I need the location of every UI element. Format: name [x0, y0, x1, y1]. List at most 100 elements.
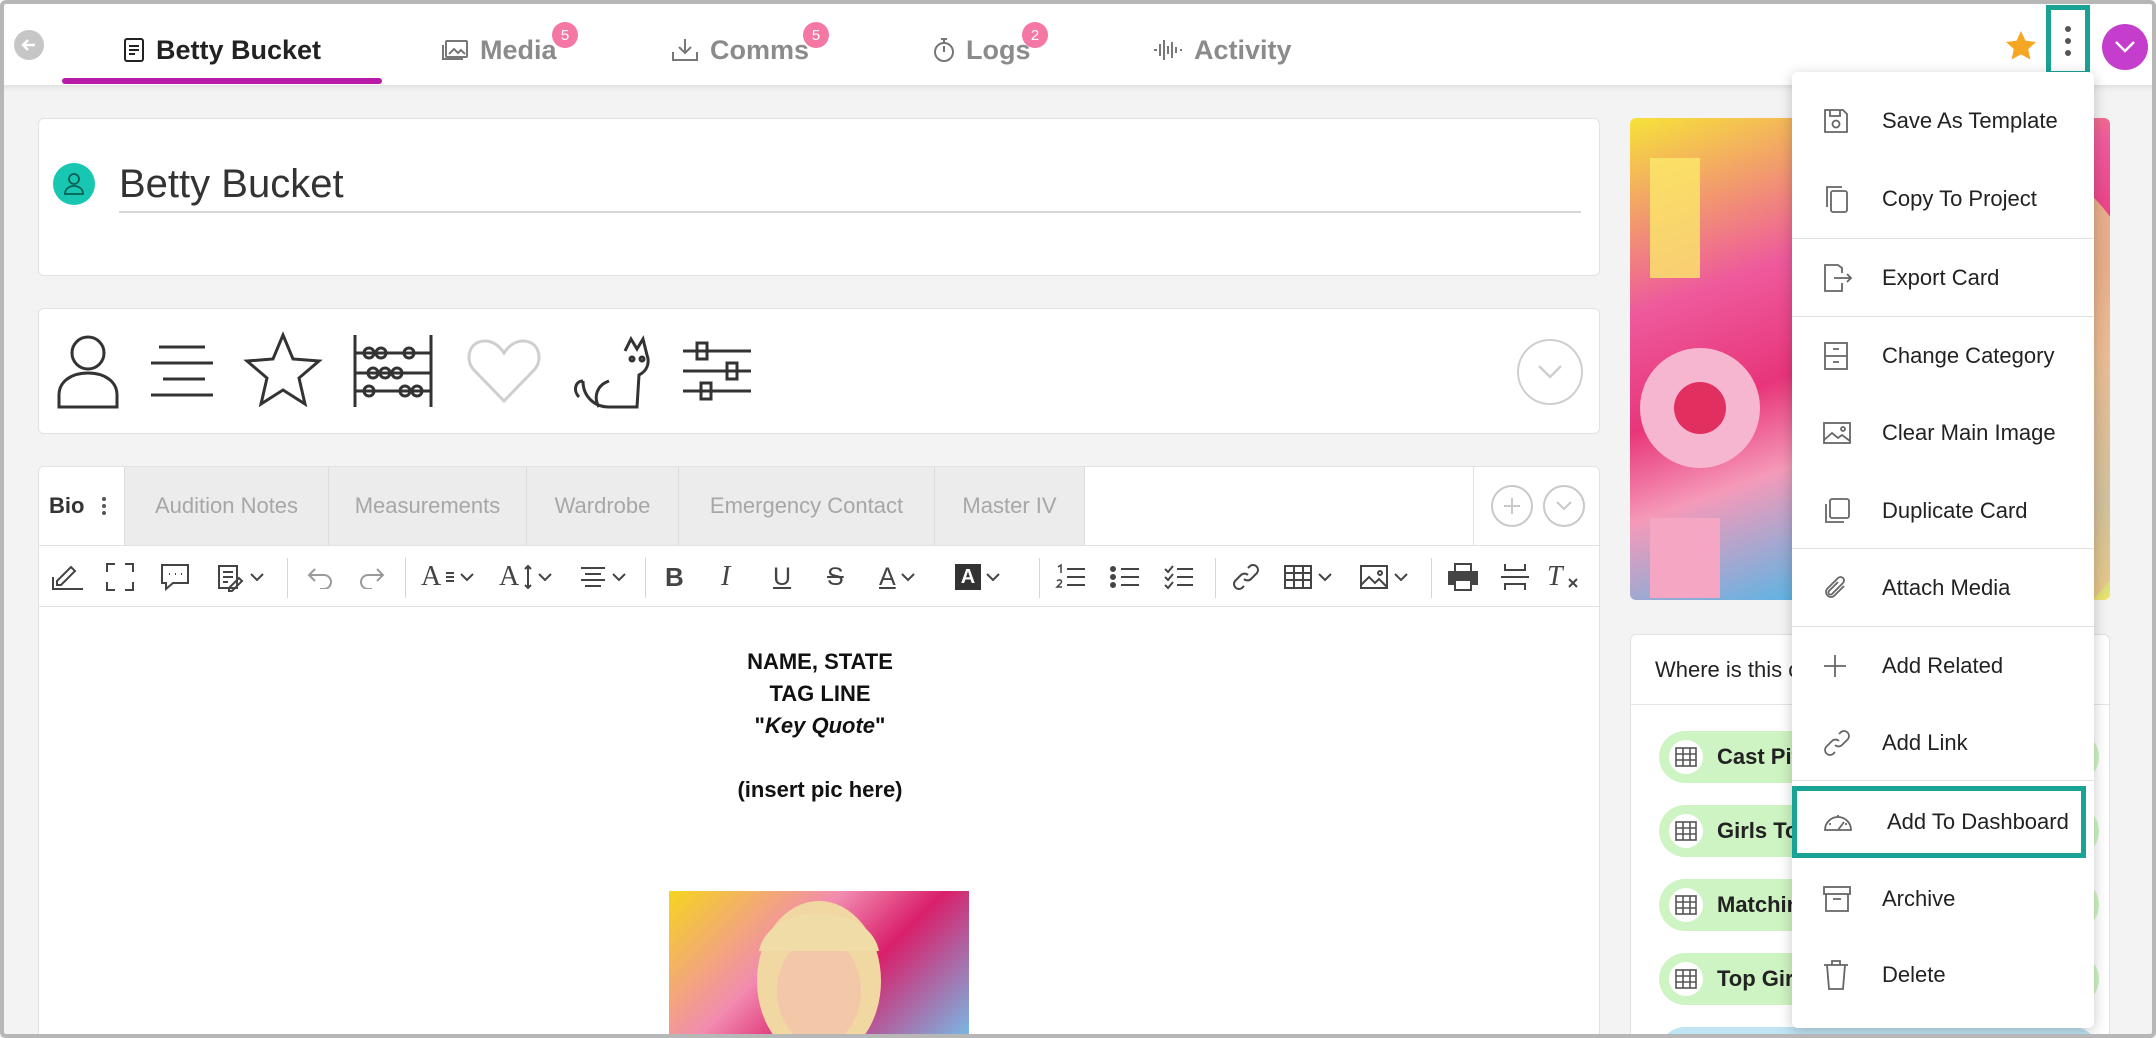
editor-content[interactable]: NAME, STATE TAG LINE "Key Quote" (insert… — [39, 607, 1599, 1038]
menu-item-change-category[interactable]: Change Category — [1792, 325, 2094, 387]
tab-label: Audition Notes — [154, 493, 299, 518]
linked-board-item[interactable] — [1659, 1027, 2099, 1038]
save-icon — [1824, 109, 1848, 133]
menu-divider — [1792, 548, 2094, 549]
tab-audition-notes[interactable]: Audition Notes — [125, 467, 329, 545]
menu-item-add-link[interactable]: Add Link — [1792, 712, 2094, 774]
underline-button[interactable]: U — [773, 560, 791, 594]
tab-master-iv[interactable]: Master IV — [935, 467, 1085, 545]
clear-formatting-button[interactable]: T — [1547, 560, 1579, 594]
strikethrough-icon: S — [827, 562, 844, 591]
bullet-list-button[interactable] — [1109, 560, 1141, 594]
dot-icon — [2065, 37, 2071, 44]
content-photo[interactable] — [669, 891, 969, 1038]
menu-item-label: Add Related — [1882, 653, 2004, 678]
linked-board-label: Cast Pit — [1717, 744, 1799, 769]
quote-mark: " — [754, 713, 765, 738]
tab-emergency-contact[interactable]: Emergency Contact — [679, 467, 935, 545]
comment-button[interactable] — [159, 560, 191, 594]
comms-count-badge: 5 — [803, 22, 829, 48]
menu-item-copy-to-project[interactable]: Copy To Project — [1792, 168, 2094, 230]
quote-text: Key Quote — [764, 713, 876, 738]
insert-table-dropdown[interactable] — [1283, 560, 1333, 594]
print-button[interactable] — [1447, 560, 1479, 594]
menu-item-label: Save As Template — [1882, 108, 2058, 133]
chevron-down-icon — [900, 573, 915, 582]
tab-comms[interactable]: Comms — [670, 30, 809, 70]
tab-activity[interactable]: Activity — [1152, 30, 1292, 70]
star-outline-icon[interactable] — [243, 331, 323, 411]
chevron-down-icon — [250, 573, 264, 582]
user-menu-button[interactable] — [2102, 24, 2148, 70]
tab-bio[interactable]: Bio — [39, 467, 125, 545]
add-tab-button[interactable] — [1490, 485, 1533, 527]
person-icon[interactable] — [53, 331, 123, 411]
tab-collapse-button[interactable] — [1542, 485, 1585, 527]
card-name-input[interactable] — [119, 157, 1581, 213]
redo-button[interactable] — [357, 560, 387, 594]
logs-count-badge: 2 — [1022, 22, 1048, 48]
pen-clear-button[interactable] — [51, 560, 85, 594]
checklist-button[interactable] — [1163, 560, 1195, 594]
menu-item-add-related[interactable]: Add Related — [1792, 635, 2094, 697]
menu-item-add-to-dashboard[interactable]: Add To Dashboard — [1792, 786, 2086, 858]
bold-button[interactable]: B — [665, 560, 684, 594]
alignment-dropdown[interactable] — [579, 560, 627, 594]
numbered-list-button[interactable] — [1055, 560, 1087, 594]
tab-media[interactable]: Media — [440, 30, 557, 70]
tab-label: Bio — [49, 493, 85, 518]
strikethrough-button[interactable]: S — [827, 560, 844, 594]
menu-item-duplicate-card[interactable]: Duplicate Card — [1792, 480, 2094, 542]
menu-item-delete[interactable]: Delete — [1792, 944, 2094, 1006]
menu-item-attach-media[interactable]: Attach Media — [1792, 557, 2094, 619]
size-arrows-icon — [524, 564, 532, 590]
menu-item-clear-main-image[interactable]: Clear Main Image — [1792, 402, 2094, 464]
abacus-icon[interactable] — [351, 331, 435, 411]
undo-button[interactable] — [305, 560, 335, 594]
sliders-icon[interactable] — [679, 331, 755, 411]
page-break-button[interactable] — [1499, 560, 1531, 594]
italic-button[interactable]: I — [721, 560, 730, 594]
toolbar-separator — [1215, 558, 1216, 598]
menu-item-label: Change Category — [1882, 343, 2055, 368]
inbox-download-icon — [672, 39, 698, 61]
link-icon — [1233, 564, 1259, 590]
font-family-dropdown[interactable]: A — [421, 560, 475, 594]
tab-label: Media — [480, 34, 557, 65]
heart-icon[interactable] — [465, 331, 543, 411]
trash-icon — [1824, 960, 1848, 990]
tab-wardrobe[interactable]: Wardrobe — [527, 467, 679, 545]
fullscreen-button[interactable] — [105, 560, 135, 594]
title-card — [38, 118, 1600, 276]
tab-logs[interactable]: Logs — [932, 30, 1031, 70]
paragraph-style-dropdown[interactable] — [215, 560, 265, 594]
font-family-icon: A — [421, 561, 442, 592]
insert-image-dropdown[interactable] — [1359, 560, 1409, 594]
more-options-button[interactable] — [2046, 5, 2090, 76]
chevron-down-icon — [538, 573, 552, 582]
menu-item-archive[interactable]: Archive — [1792, 868, 2094, 930]
linked-board-label: Matchin — [1717, 892, 1801, 917]
pen-tray-icon — [52, 565, 83, 590]
background-color-dropdown[interactable]: A — [955, 560, 1001, 594]
tab-menu-icon[interactable] — [102, 497, 107, 515]
favorite-button[interactable] — [2001, 26, 2041, 66]
tab-card[interactable]: Betty Bucket — [122, 30, 321, 70]
close-small-icon — [1567, 578, 1578, 588]
printer-icon — [1448, 563, 1478, 591]
menu-item-label: Add Link — [1882, 730, 1968, 755]
menu-item-export-card[interactable]: Export Card — [1792, 247, 2094, 309]
back-button[interactable] — [14, 30, 44, 60]
chevron-down-icon — [986, 573, 1000, 582]
document-edit-icon — [218, 565, 244, 592]
text-lines-icon[interactable] — [147, 331, 217, 411]
tab-measurements[interactable]: Measurements — [329, 467, 527, 545]
insert-link-button[interactable] — [1231, 560, 1261, 594]
italic-icon: I — [721, 561, 731, 592]
expand-icons-button[interactable] — [1517, 339, 1583, 405]
cat-icon[interactable] — [569, 331, 653, 411]
menu-item-save-as-template[interactable]: Save As Template — [1792, 90, 2094, 152]
font-size-dropdown[interactable]: A — [499, 560, 553, 594]
export-icon — [1824, 264, 1853, 292]
font-color-dropdown[interactable]: A — [879, 560, 916, 594]
